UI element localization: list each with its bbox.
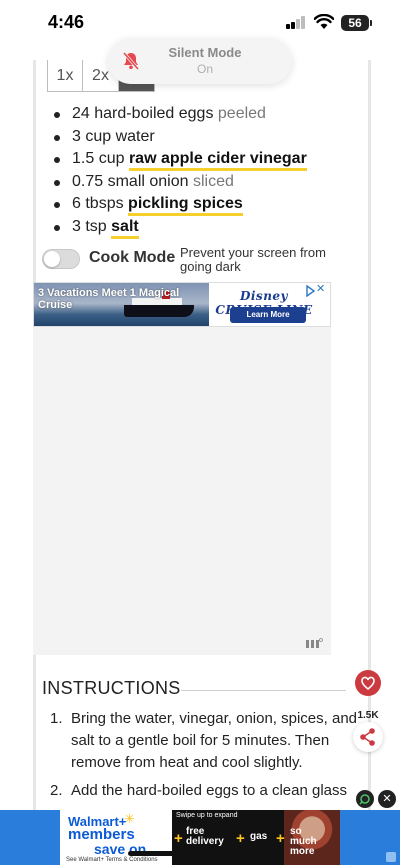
ingredient-link-salt[interactable]: salt xyxy=(111,217,139,239)
ingredient-note: peeled xyxy=(217,105,266,122)
step-text: Bring the water, vinegar, onion, spices,… xyxy=(71,710,358,771)
heading-divider xyxy=(181,690,346,691)
ad-headline-members: members xyxy=(68,826,135,843)
benefit-free-delivery: free delivery xyxy=(186,826,224,847)
ad-terms: See Walmart+ Terms & Conditions xyxy=(66,857,158,863)
cook-mode-label: Cook Mode xyxy=(89,249,176,266)
ingredient-link-vinegar[interactable]: raw apple cider vinegar xyxy=(128,150,307,171)
cook-mode-toggle[interactable] xyxy=(42,249,80,269)
instruction-step: 1. Bring the water, vinegar, onion, spic… xyxy=(50,708,360,774)
step-text: Add the hard-boiled eggs to a clean glas… xyxy=(71,782,348,799)
learn-more-button[interactable]: Learn More xyxy=(230,307,306,323)
share-count: 1.5K xyxy=(357,710,379,721)
instruction-step: 2. Add the hard-boiled eggs to a clean g… xyxy=(50,780,360,802)
silent-mode-title: Silent Mode xyxy=(168,45,242,60)
ingredient-amount: 6 tbsps xyxy=(72,195,124,212)
ingredient-item: 1.5 cup raw apple cider vinegar xyxy=(52,148,307,171)
ad-info-icon xyxy=(359,794,370,805)
ad-choices-icon[interactable] xyxy=(304,285,316,297)
battery-icon: 56 xyxy=(341,15,372,31)
cellular-signal-icon xyxy=(286,16,306,29)
heart-icon xyxy=(361,676,375,691)
ingredient-item: 0.75 small onion sliced xyxy=(52,171,307,194)
cook-mode-description: Prevent your screen from going dark xyxy=(180,245,326,274)
clock: 4:46 xyxy=(48,12,85,32)
walmart-sticky-ad[interactable]: Walmart+ ✳ members save on See Walmart+ … xyxy=(0,810,400,865)
ingredient-list: 24 hard-boiled eggs peeled 3 cup water 1… xyxy=(52,103,307,239)
spark-icon: ✳ xyxy=(124,811,135,826)
instruction-steps: 1. Bring the water, vinegar, onion, spic… xyxy=(50,708,360,802)
silent-mode-status: On xyxy=(196,62,213,76)
disney-cruise-ad[interactable]: 3 Vacations Meet 1 Magical Cruise Disney… xyxy=(33,282,331,327)
ingredient-amount: 24 hard-boiled eggs xyxy=(72,105,214,122)
ad-badge-icon xyxy=(386,852,396,862)
step-number: 2. xyxy=(50,782,63,799)
ingredient-amount: 3 tsp xyxy=(72,217,107,235)
benefit-so-much-more: so much more xyxy=(290,826,317,857)
plus-icon: + xyxy=(236,830,245,847)
ad-headline: 3 Vacations Meet 1 Magical Cruise xyxy=(38,287,180,311)
scale-1x-button[interactable]: 1x xyxy=(47,60,83,92)
silent-mode-notification: Silent Mode On xyxy=(108,38,292,84)
wifi-icon xyxy=(314,14,334,29)
ingredient-amount: 1.5 cup xyxy=(72,150,125,167)
ingredient-item: 3 tsp salt xyxy=(52,216,307,239)
share-button[interactable] xyxy=(353,722,383,752)
walmart-ad-right-panel: Swipe up to expand + free delivery + gas… xyxy=(172,810,340,865)
toggle-knob xyxy=(44,251,60,267)
ad-close-icon[interactable]: ✕ xyxy=(316,283,328,295)
ingredient-item: 3 cup water xyxy=(52,126,307,149)
share-icon xyxy=(360,728,375,746)
benefit-gas: gas xyxy=(250,831,268,842)
favorite-button[interactable] xyxy=(355,670,381,696)
plus-icon: + xyxy=(174,830,183,847)
ingredient-item: 6 tbsps pickling spices xyxy=(52,193,307,216)
ad-placeholder xyxy=(33,327,331,655)
ingredient-link-pickling-spices[interactable]: pickling spices xyxy=(128,195,243,216)
ingredient-item: 24 hard-boiled eggs peeled xyxy=(52,103,307,126)
ad-network-logo-icon xyxy=(306,638,323,648)
step-number: 1. xyxy=(50,710,63,727)
plus-icon: + xyxy=(276,830,285,847)
ad-info-button[interactable] xyxy=(356,790,374,808)
walmart-ad-left-panel: Walmart+ ✳ members save on See Walmart+ … xyxy=(60,810,172,865)
ingredient-amount: 3 cup water xyxy=(72,127,155,145)
ingredient-amount: 0.75 small onion xyxy=(72,172,189,190)
ingredient-note: sliced xyxy=(192,172,234,190)
swipe-hint: Swipe up to expand xyxy=(176,812,238,819)
walmart-ad-creative[interactable]: Walmart+ ✳ members save on See Walmart+ … xyxy=(60,810,340,865)
close-ad-button[interactable]: ✕ xyxy=(378,790,396,808)
instructions-heading: INSTRUCTIONS xyxy=(42,678,181,698)
home-indicator[interactable] xyxy=(128,851,272,856)
